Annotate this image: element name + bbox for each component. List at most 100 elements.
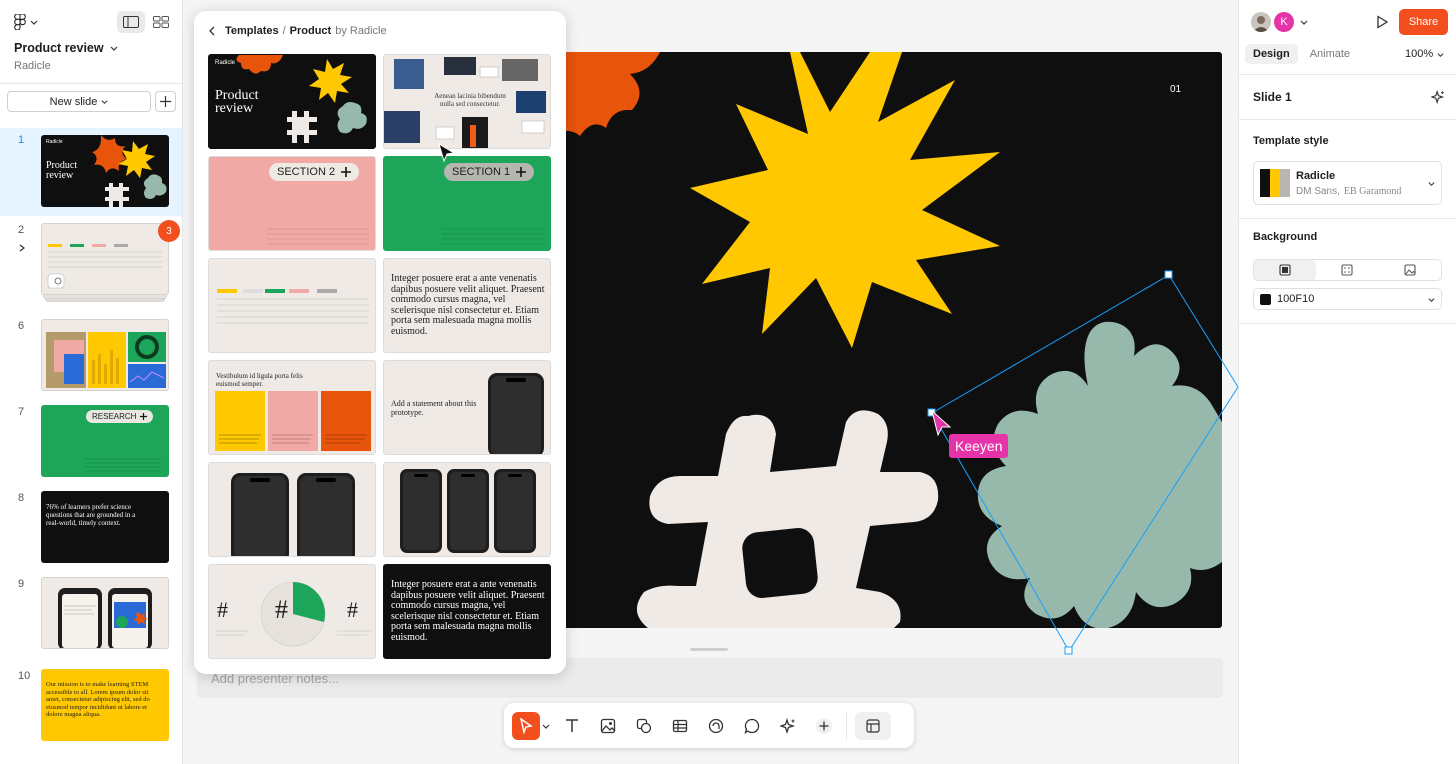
slide-thumbnail[interactable]: RESEARCH	[41, 405, 169, 477]
table-icon	[672, 719, 688, 732]
grid-view-button[interactable]	[147, 11, 175, 33]
breadcrumb-author: by Radicle	[335, 25, 387, 37]
template-text-body-dark: Integer posuere erat a ante venenatis da…	[391, 580, 545, 643]
slide-thumbnail[interactable]	[41, 223, 169, 295]
slide-number: 7	[18, 406, 25, 418]
templates-icon	[866, 718, 880, 733]
template-card-text[interactable]: Integer posuere erat a ante venenatis da…	[383, 258, 551, 353]
selection-overlay[interactable]	[920, 265, 1250, 665]
zoom-dropdown[interactable]: 100%	[1405, 48, 1444, 60]
template-card-stats[interactable]: # # #	[208, 564, 376, 659]
file-title-text: Product review	[14, 41, 104, 55]
background-color-select[interactable]: 100F10	[1253, 288, 1442, 310]
selection-handle[interactable]	[1064, 646, 1073, 655]
text-icon	[566, 718, 578, 732]
team-name: Radicle	[14, 60, 51, 72]
new-slide-label: New slide	[49, 95, 98, 108]
new-slide-button[interactable]: New slide	[7, 91, 151, 112]
slide-number: 9	[18, 578, 25, 590]
template-card-three-phones[interactable]	[383, 462, 551, 557]
plus-icon	[160, 96, 171, 107]
image-tool-button[interactable]	[594, 712, 622, 740]
templates-panel: Templates / Product by Radicle Radicle P…	[194, 11, 566, 674]
template-card-collage[interactable]: Aenean lacinia bibendum nulla sed consec…	[383, 54, 551, 149]
template-style-name: Radicle	[1296, 170, 1336, 182]
collaborator-cursor-label: Keeyen	[949, 434, 1009, 458]
template-card-title[interactable]: Radicle Product review	[208, 54, 376, 149]
present-play-icon[interactable]	[1375, 15, 1389, 29]
slide-thumbnail[interactable]: Our mission is to make learning STEM acc…	[41, 669, 169, 741]
slide-row-9[interactable]: 9	[0, 572, 182, 656]
slide-6-artwork	[46, 332, 166, 388]
template-card-three-column[interactable]: Vestibulum id ligula porta felis euismod…	[208, 360, 376, 455]
slide-thumbnail[interactable]: Radicle Product review	[41, 135, 169, 207]
main-menu-button[interactable]	[14, 14, 38, 30]
collaborator-cursor-icon	[931, 409, 952, 437]
chevron-down-icon[interactable]	[1300, 18, 1308, 26]
tab-design[interactable]: Design	[1245, 44, 1298, 64]
notes-resize-handle[interactable]	[690, 648, 728, 651]
template-style-selector[interactable]: Radicle DM Sans, EB Garamond	[1253, 161, 1442, 205]
font-sans-name: DM Sans,	[1296, 186, 1340, 197]
template-card-statement-phone[interactable]: Add a statement about this prototype.	[383, 360, 551, 455]
text-tool-button[interactable]	[558, 712, 586, 740]
chevron-right-icon[interactable]	[18, 244, 26, 252]
template-card-table[interactable]	[208, 258, 376, 353]
single-view-button[interactable]	[117, 11, 145, 33]
shape-tool-button[interactable]	[630, 712, 658, 740]
comment-count-badge[interactable]: 3	[158, 220, 180, 242]
selection-handle[interactable]	[1164, 270, 1173, 279]
chevron-down-icon[interactable]	[542, 722, 550, 730]
slide-row-6[interactable]: 6	[0, 314, 182, 398]
table-tool-button[interactable]	[666, 712, 694, 740]
slide-thumbnail[interactable]	[41, 577, 169, 649]
thumb-text: Our mission is to make learning STEM acc…	[46, 681, 150, 718]
slide-row-2[interactable]: 2 3	[0, 218, 182, 310]
template-card-two-phones[interactable]	[208, 462, 376, 557]
slide-row-1[interactable]: 1 Radicle Product review	[0, 128, 182, 216]
slide-thumbnail[interactable]	[41, 319, 169, 391]
pointer-cursor-icon	[438, 143, 456, 163]
avatar[interactable]: K	[1274, 12, 1294, 32]
avatar[interactable]	[1251, 12, 1271, 32]
template-phone-artwork	[488, 373, 544, 454]
chevron-down-icon	[101, 100, 108, 104]
breadcrumb: Templates / Product by Radicle	[208, 25, 387, 37]
template-card-section-pink[interactable]: SECTION 2	[208, 156, 376, 251]
template-style-heading: Template style	[1253, 135, 1329, 147]
add-slide-button[interactable]	[155, 91, 176, 112]
template-card-section-green[interactable]: SECTION 1	[383, 156, 551, 251]
template-collage-text: Aenean lacinia bibendum nulla sed consec…	[434, 92, 506, 108]
slide-row-7[interactable]: 7 RESEARCH	[0, 400, 182, 484]
share-button[interactable]: Share	[1399, 9, 1448, 35]
comment-tool-button[interactable]	[738, 712, 766, 740]
slides-sidebar: Product review Radicle New slide 1 Radic…	[0, 0, 183, 764]
template-text-body: Integer posuere erat a ante venenatis da…	[391, 274, 545, 337]
templates-tool-button[interactable]	[855, 711, 891, 740]
bg-pattern-option[interactable]	[1316, 260, 1378, 280]
stamp-tool-button[interactable]	[702, 712, 730, 740]
file-title[interactable]: Product review	[14, 41, 118, 55]
slide-thumbnail[interactable]: 76% of learners prefer science questions…	[41, 491, 169, 563]
back-arrow-icon[interactable]	[208, 26, 217, 36]
breadcrumb-root[interactable]: Templates	[225, 25, 279, 37]
bg-solid-option[interactable]	[1254, 260, 1317, 280]
sparkle-icon[interactable]	[1431, 90, 1445, 104]
template-style-section: Template style Radicle DM Sans, EB Garam…	[1239, 119, 1456, 218]
template-stat-glyph-left: #	[217, 597, 228, 622]
template-lines	[267, 228, 369, 245]
template-card-text-dark[interactable]: Integer posuere erat a ante venenatis da…	[383, 564, 551, 659]
collab-header: K Share	[1239, 0, 1456, 40]
tab-animate[interactable]: Animate	[1302, 44, 1358, 64]
zoom-value: 100%	[1405, 48, 1434, 60]
slide-row-8[interactable]: 8 76% of learners prefer science questio…	[0, 486, 182, 570]
thumb-text: 76% of learners prefer science questions…	[46, 503, 136, 527]
bg-image-option[interactable]	[1379, 260, 1441, 280]
view-toggle	[117, 11, 175, 33]
add-tool-button[interactable]	[810, 712, 838, 740]
slide-row-10[interactable]: 10 Our mission is to make learning STEM …	[0, 664, 182, 748]
ai-tool-button[interactable]	[774, 712, 802, 740]
move-tool-button[interactable]	[512, 711, 540, 740]
plus-circle-icon	[816, 717, 832, 734]
image-icon	[1404, 264, 1416, 276]
